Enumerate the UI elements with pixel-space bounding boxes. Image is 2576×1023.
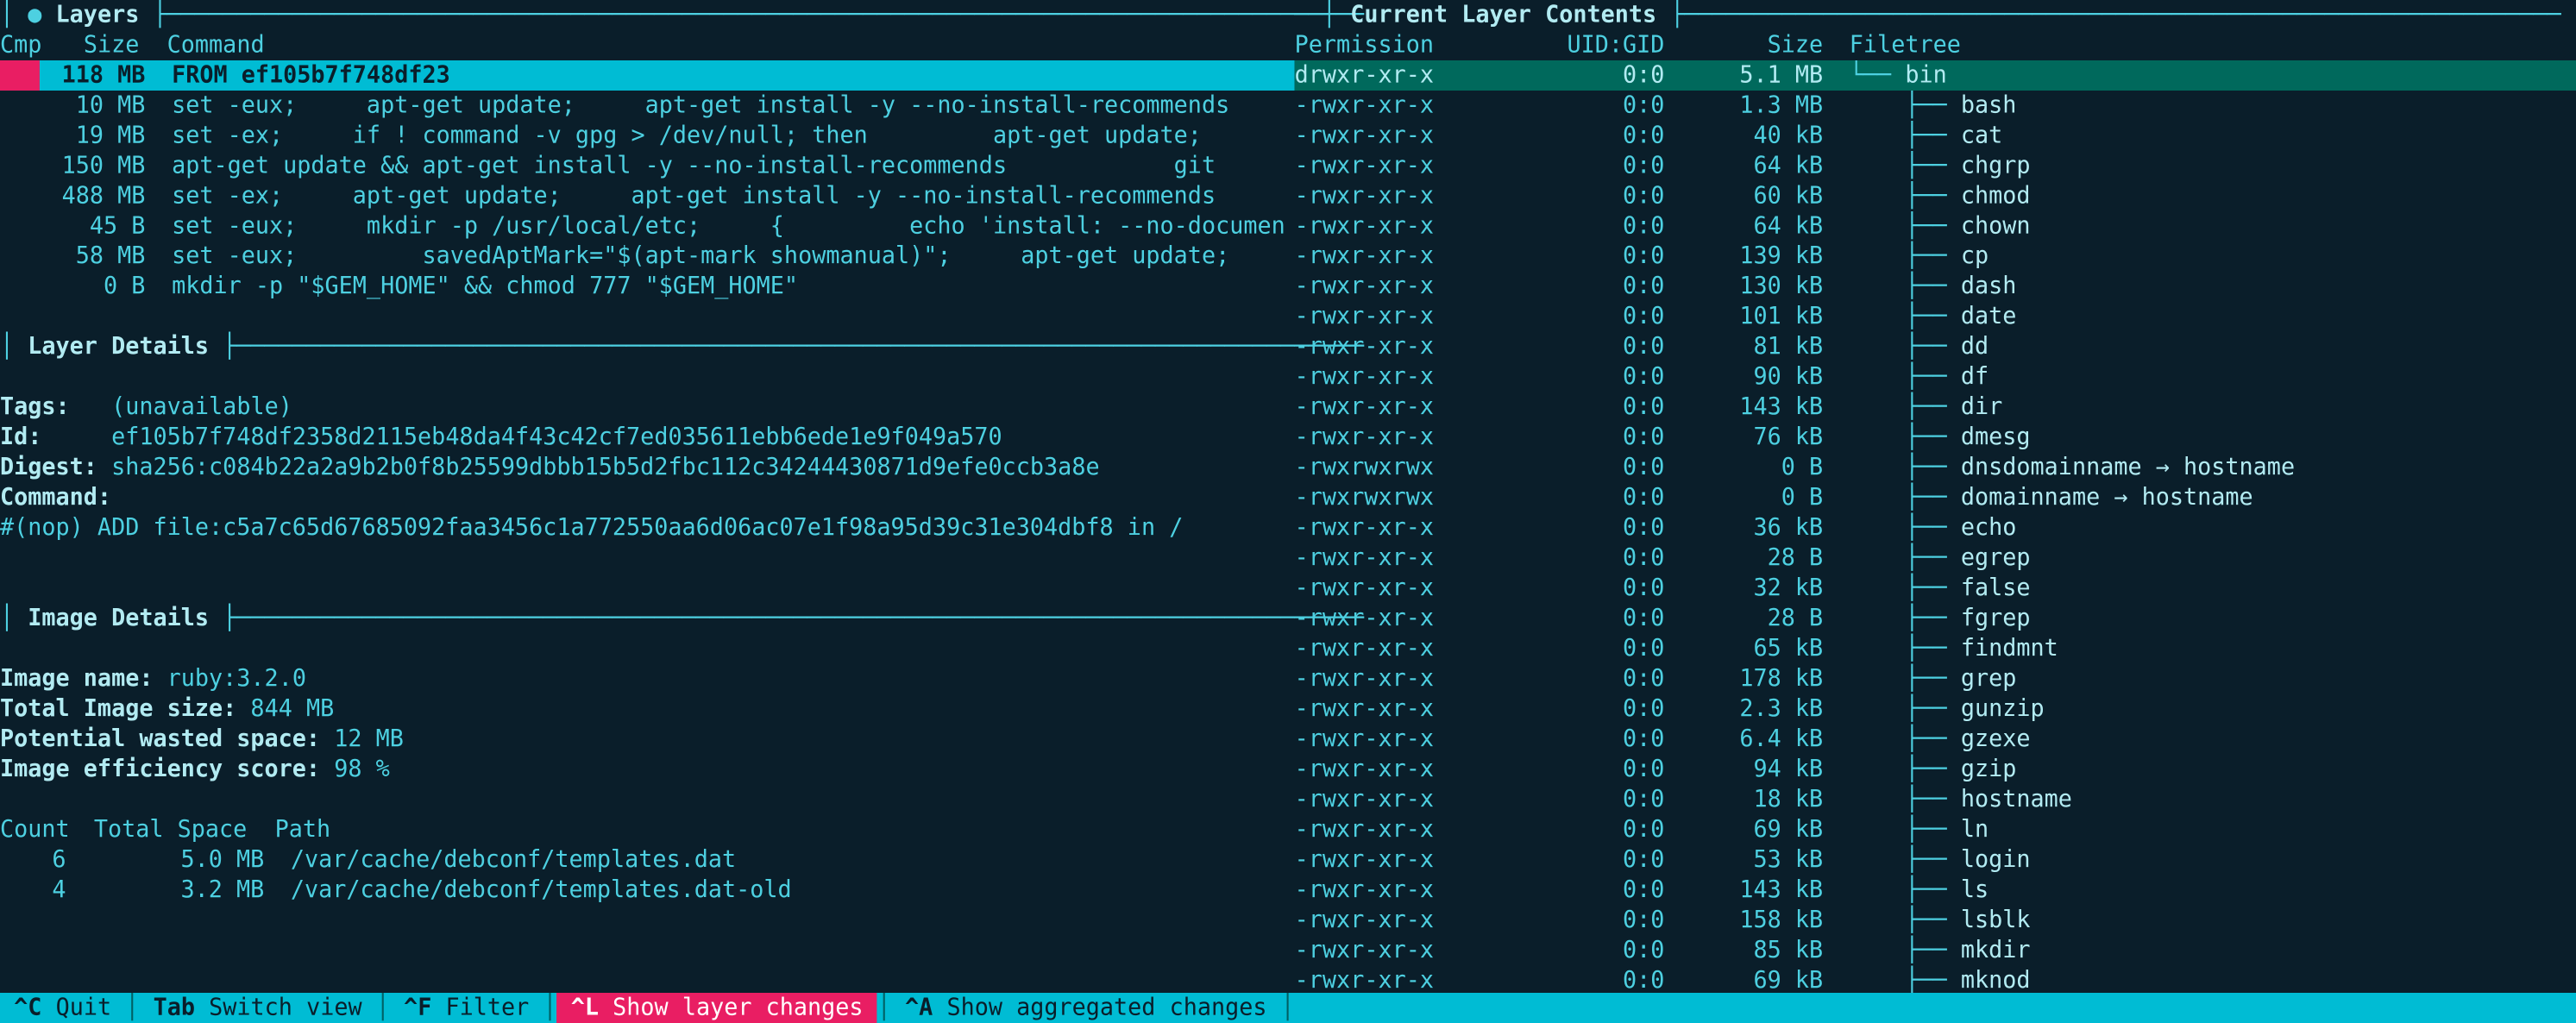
filetree-row[interactable]: -rwxr-xr-x0:064 kB ├── chown	[1295, 211, 2576, 242]
filetree-row[interactable]: -rwxr-xr-x0:0139 kB ├── cp	[1295, 242, 2576, 272]
filetree-row[interactable]: -rwxr-xr-x0:060 kB ├── chmod	[1295, 181, 2576, 211]
filetree-row[interactable]: -rwxr-xr-x0:0130 kB ├── dash	[1295, 272, 2576, 302]
filetree-row[interactable]: -rwxr-xr-x0:0143 kB ├── dir	[1295, 392, 2576, 423]
image-details-header: │ Image Details ├───────────────────────…	[0, 604, 1295, 634]
wasted-headers: Count Total Space Path	[0, 815, 1295, 845]
filetree-row[interactable]: -rwxrwxrwx0:00 B ├── dnsdomainname → hos…	[1295, 453, 2576, 483]
filetree-row[interactable]: -rwxr-xr-x0:085 kB ├── mkdir	[1295, 936, 2576, 966]
layer-row[interactable]: 10 MB set -eux; apt-get update; apt-get …	[0, 91, 1295, 121]
filetree-row[interactable]: -rwxr-xr-x0:069 kB ├── mknod	[1295, 966, 2576, 996]
filetree-row[interactable]: -rwxr-xr-x0:069 kB ├── ln	[1295, 815, 2576, 845]
show-layer-changes-hint[interactable]: ^L Show layer changes	[557, 993, 877, 1023]
filetree-row[interactable]: -rwxr-xr-x0:06.4 kB ├── gzexe	[1295, 725, 2576, 755]
image-details-title: Image Details	[28, 604, 209, 634]
filetree-row[interactable]: -rwxr-xr-x0:090 kB ├── df	[1295, 362, 2576, 392]
layer-command-label-row: Command:	[0, 483, 1295, 513]
layers-title: Layers	[56, 0, 140, 30]
layer-row[interactable]: 150 MB apt-get update && apt-get install…	[0, 151, 1295, 181]
wasted-list: 65.0 MB/var/cache/debconf/templates.dat4…	[0, 845, 1295, 906]
layer-row[interactable]: 19 MB set -ex; if ! command -v gpg > /de…	[0, 121, 1295, 151]
image-size-row: Total Image size: 844 MB	[0, 694, 1295, 725]
show-aggregated-hint[interactable]: ^A Show aggregated changes	[891, 993, 1281, 1023]
filetree-row[interactable]: drwxr-xr-x0:05.1 MB└── bin	[1295, 60, 2576, 91]
filetree-row[interactable]: -rwxr-xr-x0:064 kB ├── chgrp	[1295, 151, 2576, 181]
filetree-row[interactable]: -rwxr-xr-x0:081 kB ├── dd	[1295, 332, 2576, 362]
filetree-row[interactable]: -rwxrwxrwx0:00 B ├── domainname → hostna…	[1295, 483, 2576, 513]
filetree-list[interactable]: drwxr-xr-x0:05.1 MB└── bin-rwxr-xr-x0:01…	[1295, 60, 2576, 996]
contents-column-headers: Permission UID:GID Size Filetree	[1295, 30, 2576, 60]
layer-row[interactable]: 58 MB set -eux; savedAptMark="$(apt-mark…	[0, 242, 1295, 272]
layer-tags-row: Tags: (unavailable)	[0, 392, 1295, 423]
footer-keybinds: ^C Quit │ Tab Switch view │ ^F Filter │ …	[0, 993, 2576, 1023]
layers-list[interactable]: 118 MB FROM ef105b7f748df23 10 MB set -e…	[0, 60, 1295, 302]
filetree-row[interactable]: -rwxr-xr-x0:028 B ├── fgrep	[1295, 604, 2576, 634]
filetree-row[interactable]: -rwxr-xr-x0:0158 kB ├── lsblk	[1295, 906, 2576, 936]
layer-id-row: Id: ef105b7f748df2358d2115eb48da4f43c42c…	[0, 423, 1295, 453]
left-pane: │ ● Layers ├────────────────────────────…	[0, 0, 1295, 1023]
filetree-row[interactable]: -rwxr-xr-x0:065 kB ├── findmnt	[1295, 634, 2576, 664]
filter-hint[interactable]: ^F Filter	[390, 993, 543, 1023]
filetree-row[interactable]: -rwxr-xr-x0:053 kB ├── login	[1295, 845, 2576, 876]
image-eff-row: Image efficiency score: 98 %	[0, 755, 1295, 785]
contents-title: Current Layer Contents	[1350, 0, 1656, 30]
layers-column-headers: Cmp Size Command	[0, 30, 1295, 60]
image-wasted-row: Potential wasted space: 12 MB	[0, 725, 1295, 755]
layer-row[interactable]: 488 MB set -ex; apt-get update; apt-get …	[0, 181, 1295, 211]
filetree-row[interactable]: -rwxr-xr-x0:02.3 kB ├── gunzip	[1295, 694, 2576, 725]
filetree-row[interactable]: -rwxr-xr-x0:076 kB ├── dmesg	[1295, 423, 2576, 453]
quit-hint[interactable]: ^C Quit	[0, 993, 125, 1023]
filetree-row[interactable]: -rwxr-xr-x0:0101 kB ├── date	[1295, 302, 2576, 332]
filetree-row[interactable]: -rwxr-xr-x0:036 kB ├── echo	[1295, 513, 2576, 543]
filetree-row[interactable]: -rwxr-xr-x0:032 kB ├── false	[1295, 574, 2576, 604]
filetree-row[interactable]: -rwxr-xr-x0:040 kB ├── cat	[1295, 121, 2576, 151]
filetree-row[interactable]: -rwxr-xr-x0:028 B ├── egrep	[1295, 543, 2576, 574]
layer-command-value-row: #(nop) ADD file:c5a7c65d67685092faa3456c…	[0, 513, 1295, 543]
layers-section-header: │ ● Layers ├────────────────────────────…	[0, 0, 1295, 30]
layer-row[interactable]: 118 MB FROM ef105b7f748df23	[0, 60, 1295, 91]
filetree-row[interactable]: -rwxr-xr-x0:094 kB ├── gzip	[1295, 755, 2576, 785]
image-name-row: Image name: ruby:3.2.0	[0, 664, 1295, 694]
switch-view-hint[interactable]: Tab Switch view	[139, 993, 375, 1023]
wasted-row: 65.0 MB/var/cache/debconf/templates.dat	[0, 845, 1295, 876]
filetree-row[interactable]: -rwxr-xr-x0:018 kB ├── hostname	[1295, 785, 2576, 815]
filetree-row[interactable]: -rwxr-xr-x0:0178 kB ├── grep	[1295, 664, 2576, 694]
layer-details-title: Layer Details	[28, 332, 209, 362]
filetree-row[interactable]: -rwxr-xr-x0:0143 kB ├── ls	[1295, 876, 2576, 906]
wasted-row: 43.2 MB/var/cache/debconf/templates.dat-…	[0, 876, 1295, 906]
layer-row[interactable]: 45 B set -eux; mkdir -p /usr/local/etc; …	[0, 211, 1295, 242]
right-pane: ──┤ Current Layer Contents ├────────────…	[1295, 0, 2576, 1023]
contents-section-header: ──┤ Current Layer Contents ├────────────…	[1295, 0, 2576, 30]
filetree-row[interactable]: -rwxr-xr-x0:01.3 MB ├── bash	[1295, 91, 2576, 121]
layer-row[interactable]: 0 B mkdir -p "$GEM_HOME" && chmod 777 "$…	[0, 272, 1295, 302]
layer-details-header: │ Layer Details ├───────────────────────…	[0, 332, 1295, 362]
layer-digest-row: Digest: sha256:c084b22a2a9b2b0f8b25599db…	[0, 453, 1295, 483]
